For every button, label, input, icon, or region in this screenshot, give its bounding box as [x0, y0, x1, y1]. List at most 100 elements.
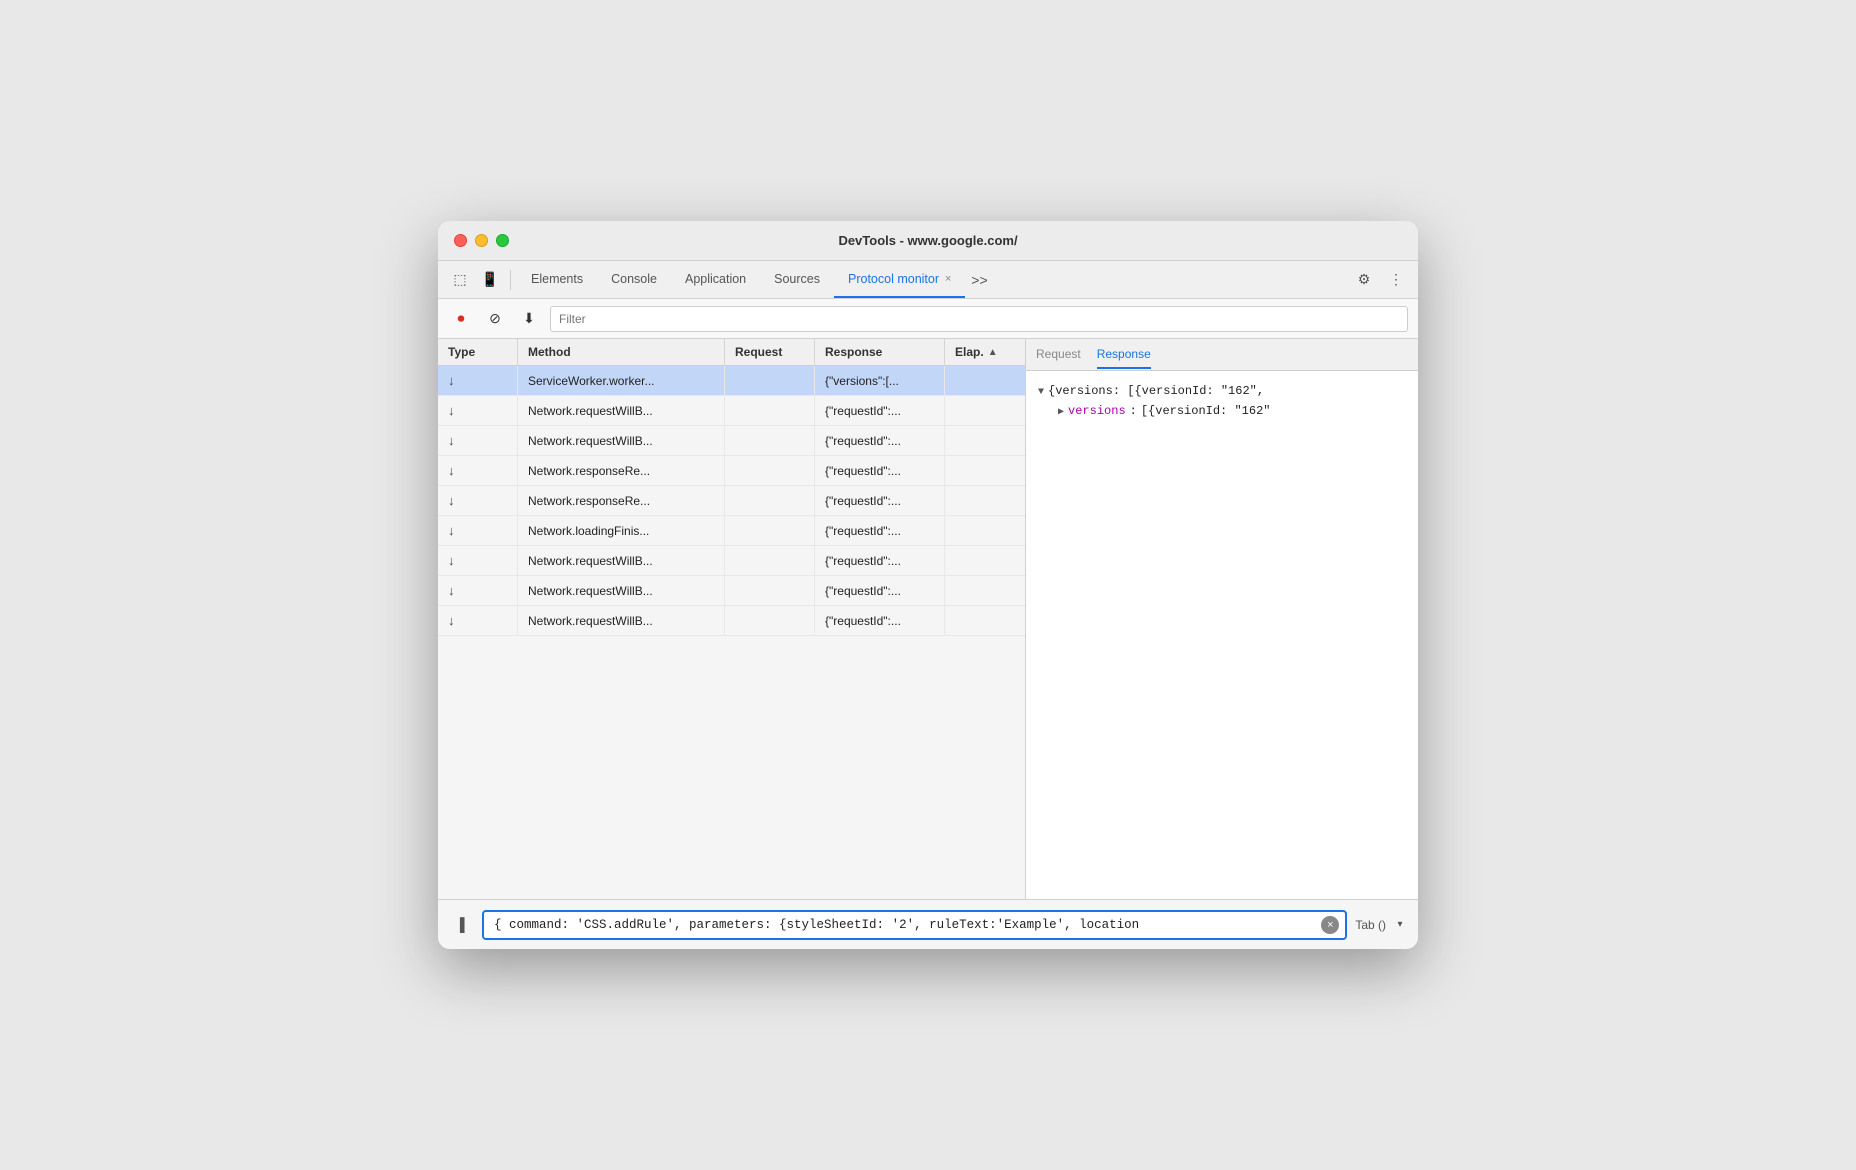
- settings-button[interactable]: ⚙: [1350, 266, 1378, 294]
- table-row[interactable]: ↓ Network.responseRe... {"requestId":...: [438, 456, 1025, 486]
- command-clear-icon: ×: [1327, 919, 1333, 931]
- bottom-toggle-icon: ▐: [455, 917, 464, 932]
- traffic-lights: [454, 234, 509, 247]
- cell-elapsed: [945, 486, 1025, 515]
- tab-sources[interactable]: Sources: [760, 261, 834, 298]
- tab-request[interactable]: Request: [1036, 341, 1081, 369]
- cell-type: ↓: [438, 396, 518, 425]
- title-bar: DevTools - www.google.com/: [438, 221, 1418, 261]
- table-row[interactable]: ↓ Network.requestWillB... {"requestId":.…: [438, 546, 1025, 576]
- col-type: Type: [438, 339, 518, 365]
- cell-elapsed: [945, 516, 1025, 545]
- col-request: Request: [725, 339, 815, 365]
- cell-method: Network.requestWillB...: [518, 546, 725, 575]
- more-options-button[interactable]: ⋮: [1382, 266, 1410, 294]
- tab-close-button[interactable]: ×: [945, 273, 951, 285]
- table-row[interactable]: ↓ ServiceWorker.worker... {"versions":[.…: [438, 366, 1025, 396]
- cell-elapsed: [945, 456, 1025, 485]
- cell-type: ↓: [438, 366, 518, 395]
- more-tabs-icon: >>: [971, 272, 987, 288]
- table-row[interactable]: ↓ Network.responseRe... {"requestId":...: [438, 486, 1025, 516]
- toolbar-separator: [510, 270, 511, 290]
- cell-response: {"requestId":...: [815, 456, 945, 485]
- cell-method: Network.requestWillB...: [518, 606, 725, 635]
- tab-navigation: Elements Console Application Sources Pro…: [517, 261, 1348, 298]
- cell-response: {"requestId":...: [815, 486, 945, 515]
- inspector-icon-button[interactable]: ⬚: [446, 266, 474, 294]
- col-response: Response: [815, 339, 945, 365]
- cell-elapsed: [945, 426, 1025, 455]
- cell-response: {"requestId":...: [815, 516, 945, 545]
- table-row[interactable]: ↓ Network.requestWillB... {"requestId":.…: [438, 426, 1025, 456]
- expand-arrow-icon[interactable]: [1038, 384, 1044, 401]
- cell-type: ↓: [438, 456, 518, 485]
- cell-method: Network.responseRe...: [518, 486, 725, 515]
- more-options-icon: ⋮: [1389, 271, 1403, 288]
- maximize-button[interactable]: [496, 234, 509, 247]
- main-content: Type Method Request Response Elap. ▲: [438, 339, 1418, 899]
- cell-method: Network.loadingFinis...: [518, 516, 725, 545]
- cell-request: [725, 366, 815, 395]
- cell-request: [725, 606, 815, 635]
- left-panel: Type Method Request Response Elap. ▲: [438, 339, 1026, 899]
- tab-console[interactable]: Console: [597, 261, 671, 298]
- command-clear-button[interactable]: ×: [1321, 916, 1339, 934]
- right-panel: Request Response {versions: [{versionId:…: [1026, 339, 1418, 899]
- cell-type: ↓: [438, 576, 518, 605]
- cell-elapsed: [945, 546, 1025, 575]
- cell-response: {"requestId":...: [815, 396, 945, 425]
- more-tabs-button[interactable]: >>: [965, 266, 993, 294]
- inspector-icon: ⬚: [453, 271, 466, 288]
- type-arrow-icon: ↓: [448, 373, 455, 388]
- tab-application[interactable]: Application: [671, 261, 760, 298]
- table-row[interactable]: ↓ Network.requestWillB... {"requestId":.…: [438, 396, 1025, 426]
- toolbar-right: ⚙ ⋮: [1350, 266, 1410, 294]
- download-button[interactable]: ⬇: [516, 306, 542, 332]
- table-row[interactable]: ↓ Network.requestWillB... {"requestId":.…: [438, 576, 1025, 606]
- cell-request: [725, 456, 815, 485]
- tab-dropdown-button[interactable]: ▾: [1390, 915, 1410, 935]
- bottom-toggle-button[interactable]: ▐: [446, 911, 474, 939]
- device-icon: 📱: [481, 271, 498, 288]
- cell-method: ServiceWorker.worker...: [518, 366, 725, 395]
- table-row[interactable]: ↓ Network.loadingFinis... {"requestId":.…: [438, 516, 1025, 546]
- table-body: ↓ ServiceWorker.worker... {"versions":[.…: [438, 366, 1025, 899]
- cell-elapsed: [945, 576, 1025, 605]
- minimize-button[interactable]: [475, 234, 488, 247]
- close-button[interactable]: [454, 234, 467, 247]
- expand-arrow-2-icon[interactable]: [1058, 404, 1064, 421]
- table-header: Type Method Request Response Elap. ▲: [438, 339, 1025, 366]
- clear-icon: ⊘: [489, 310, 501, 327]
- cell-request: [725, 546, 815, 575]
- cell-request: [725, 486, 815, 515]
- filter-input[interactable]: [550, 306, 1408, 332]
- cell-type: ↓: [438, 486, 518, 515]
- cell-response: {"requestId":...: [815, 606, 945, 635]
- tab-elements[interactable]: Elements: [517, 261, 597, 298]
- device-toolbar-button[interactable]: 📱: [476, 266, 504, 294]
- devtools-window: DevTools - www.google.com/ ⬚ 📱 Elements …: [438, 221, 1418, 949]
- devtools-toolbar: ⬚ 📱 Elements Console Application Sources…: [438, 261, 1418, 299]
- cell-method: Network.requestWillB...: [518, 426, 725, 455]
- table-row[interactable]: ↓ Network.requestWillB... {"requestId":.…: [438, 606, 1025, 636]
- tab-label: Tab (): [1355, 918, 1386, 932]
- cell-elapsed: [945, 366, 1025, 395]
- action-bar: ⏺ ⊘ ⬇: [438, 299, 1418, 339]
- cell-elapsed: [945, 606, 1025, 635]
- window-title: DevTools - www.google.com/: [838, 233, 1017, 248]
- cell-response: {"requestId":...: [815, 546, 945, 575]
- cell-method: Network.requestWillB...: [518, 576, 725, 605]
- json-separator: :: [1130, 401, 1137, 421]
- cell-method: Network.requestWillB...: [518, 396, 725, 425]
- col-elapsed[interactable]: Elap. ▲: [945, 339, 1025, 365]
- clear-button[interactable]: ⊘: [482, 306, 508, 332]
- tab-response[interactable]: Response: [1097, 341, 1151, 369]
- cell-request: [725, 426, 815, 455]
- command-input-wrapper: ×: [482, 910, 1347, 940]
- json-line-2: versions : [{versionId: "162": [1038, 401, 1406, 421]
- command-input[interactable]: [484, 912, 1345, 938]
- dropdown-icon: ▾: [1397, 919, 1402, 930]
- record-button[interactable]: ⏺: [448, 306, 474, 332]
- tab-protocol-monitor[interactable]: Protocol monitor ×: [834, 261, 965, 298]
- cell-type: ↓: [438, 606, 518, 635]
